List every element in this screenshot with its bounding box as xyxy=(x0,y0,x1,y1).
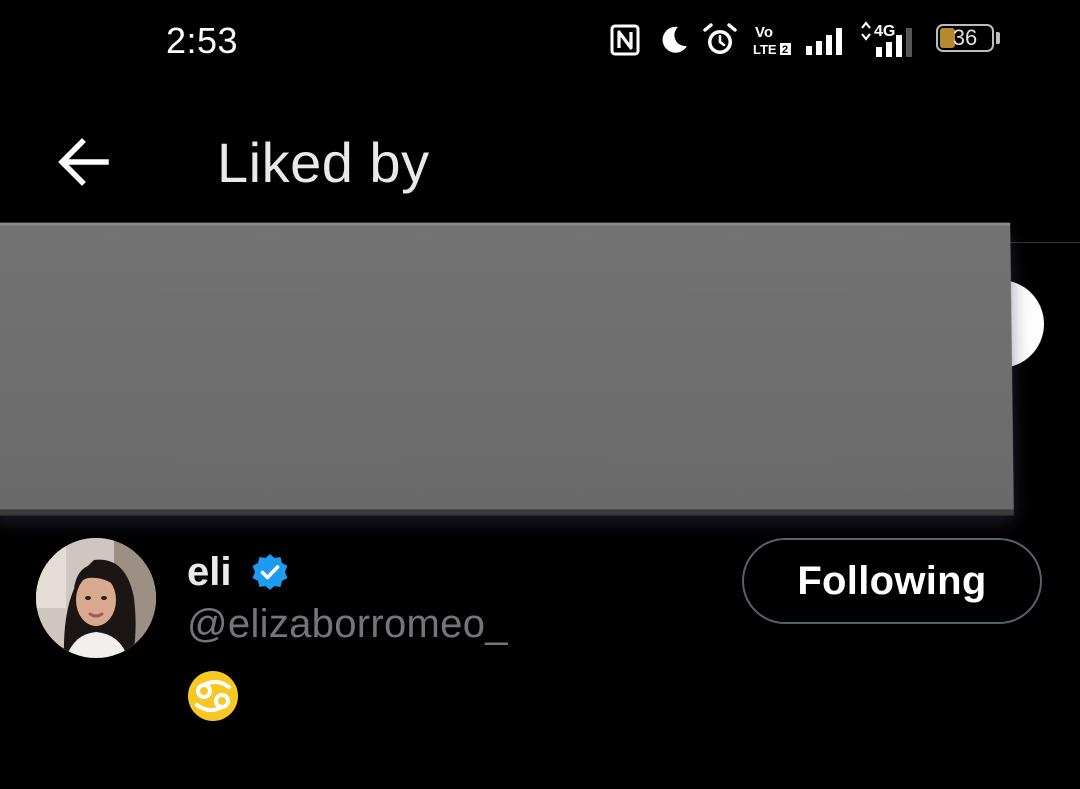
liked-by-screen: 2:53 Vo LTE 2 4G 36 Liked by eli @elizab… xyxy=(0,0,1080,789)
user-handle: @elizaborromeo_ xyxy=(187,602,508,646)
following-button[interactable]: Following xyxy=(742,538,1042,624)
status-time: 2:53 xyxy=(166,20,239,61)
verified-badge-icon xyxy=(252,554,288,590)
list-item-user[interactable]: eli @elizaborromeo_ Following xyxy=(0,530,1080,730)
svg-text:2: 2 xyxy=(782,44,788,56)
back-button[interactable] xyxy=(52,130,116,194)
volte-icon: Vo LTE 2 xyxy=(753,24,791,57)
svg-text:4G: 4G xyxy=(874,23,895,40)
battery-icon: 36 xyxy=(936,24,1002,56)
cancer-zodiac-emoji-icon xyxy=(188,671,238,721)
redaction-block xyxy=(0,222,1014,510)
svg-text:Vo: Vo xyxy=(755,24,773,41)
arrow-left-icon xyxy=(58,138,109,186)
header-divider xyxy=(1010,242,1080,243)
signal-icon xyxy=(806,28,842,55)
signal-4g-icon: 4G xyxy=(861,21,912,57)
nfc-icon xyxy=(610,24,640,56)
moon-icon xyxy=(662,26,687,53)
battery-level: 36 xyxy=(952,25,978,50)
svg-text:LTE: LTE xyxy=(753,42,777,57)
avatar-image xyxy=(36,538,156,658)
alarm-icon xyxy=(703,23,737,54)
page-title: Liked by xyxy=(217,131,430,194)
user-name: eli xyxy=(187,550,232,594)
avatar[interactable] xyxy=(36,538,156,658)
